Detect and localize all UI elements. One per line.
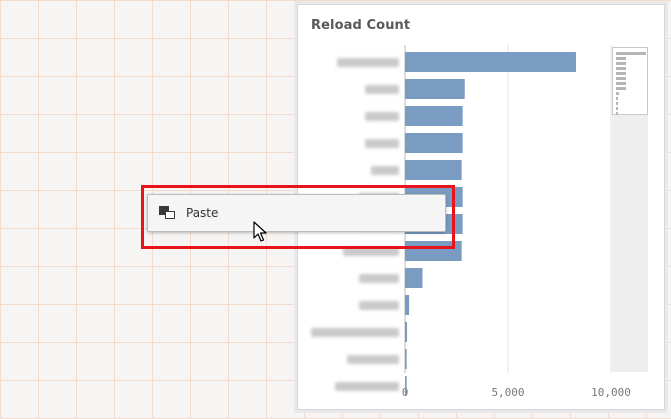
category-label-obscured bbox=[365, 85, 399, 94]
minimap-bar bbox=[616, 102, 618, 105]
chart-minimap[interactable] bbox=[612, 47, 648, 372]
category-label-obscured bbox=[365, 139, 399, 148]
minimap-bar bbox=[616, 52, 646, 55]
x-tick-label: 5,000 bbox=[491, 386, 524, 399]
mouse-cursor-icon bbox=[253, 221, 267, 242]
minimap-bar bbox=[616, 82, 627, 85]
category-label-obscured bbox=[371, 166, 399, 175]
paste-menu-item[interactable]: Paste bbox=[148, 195, 445, 231]
category-label-obscured bbox=[359, 301, 399, 310]
bar[interactable] bbox=[405, 268, 423, 288]
context-menu: Paste bbox=[147, 194, 446, 232]
bar[interactable] bbox=[405, 295, 410, 315]
minimap-bar bbox=[616, 62, 627, 65]
bar[interactable] bbox=[405, 376, 407, 396]
bar[interactable] bbox=[405, 133, 463, 153]
minimap-bar bbox=[616, 92, 620, 95]
bar[interactable] bbox=[405, 52, 576, 72]
minimap-bar bbox=[616, 112, 618, 115]
minimap-bar bbox=[616, 67, 627, 70]
category-label-obscured bbox=[365, 112, 399, 121]
category-label-obscured bbox=[335, 382, 399, 391]
bar[interactable] bbox=[405, 349, 407, 369]
category-label-obscured bbox=[347, 355, 399, 364]
x-tick-label: 10,000 bbox=[591, 386, 631, 399]
minimap-bar bbox=[616, 57, 627, 60]
minimap-bar bbox=[616, 107, 618, 110]
paste-icon bbox=[159, 206, 176, 220]
minimap-window[interactable] bbox=[612, 47, 648, 115]
minimap-bar bbox=[616, 97, 618, 100]
category-label-obscured bbox=[337, 58, 399, 67]
minimap-bar bbox=[616, 72, 626, 75]
bar[interactable] bbox=[405, 106, 463, 126]
paste-label: Paste bbox=[186, 206, 219, 220]
category-label-obscured bbox=[359, 274, 399, 283]
minimap-bar bbox=[616, 87, 626, 90]
category-label-obscured bbox=[311, 328, 399, 337]
minimap-bar bbox=[616, 77, 627, 80]
bar[interactable] bbox=[405, 322, 408, 342]
bar[interactable] bbox=[405, 79, 465, 99]
bar[interactable] bbox=[405, 160, 462, 180]
